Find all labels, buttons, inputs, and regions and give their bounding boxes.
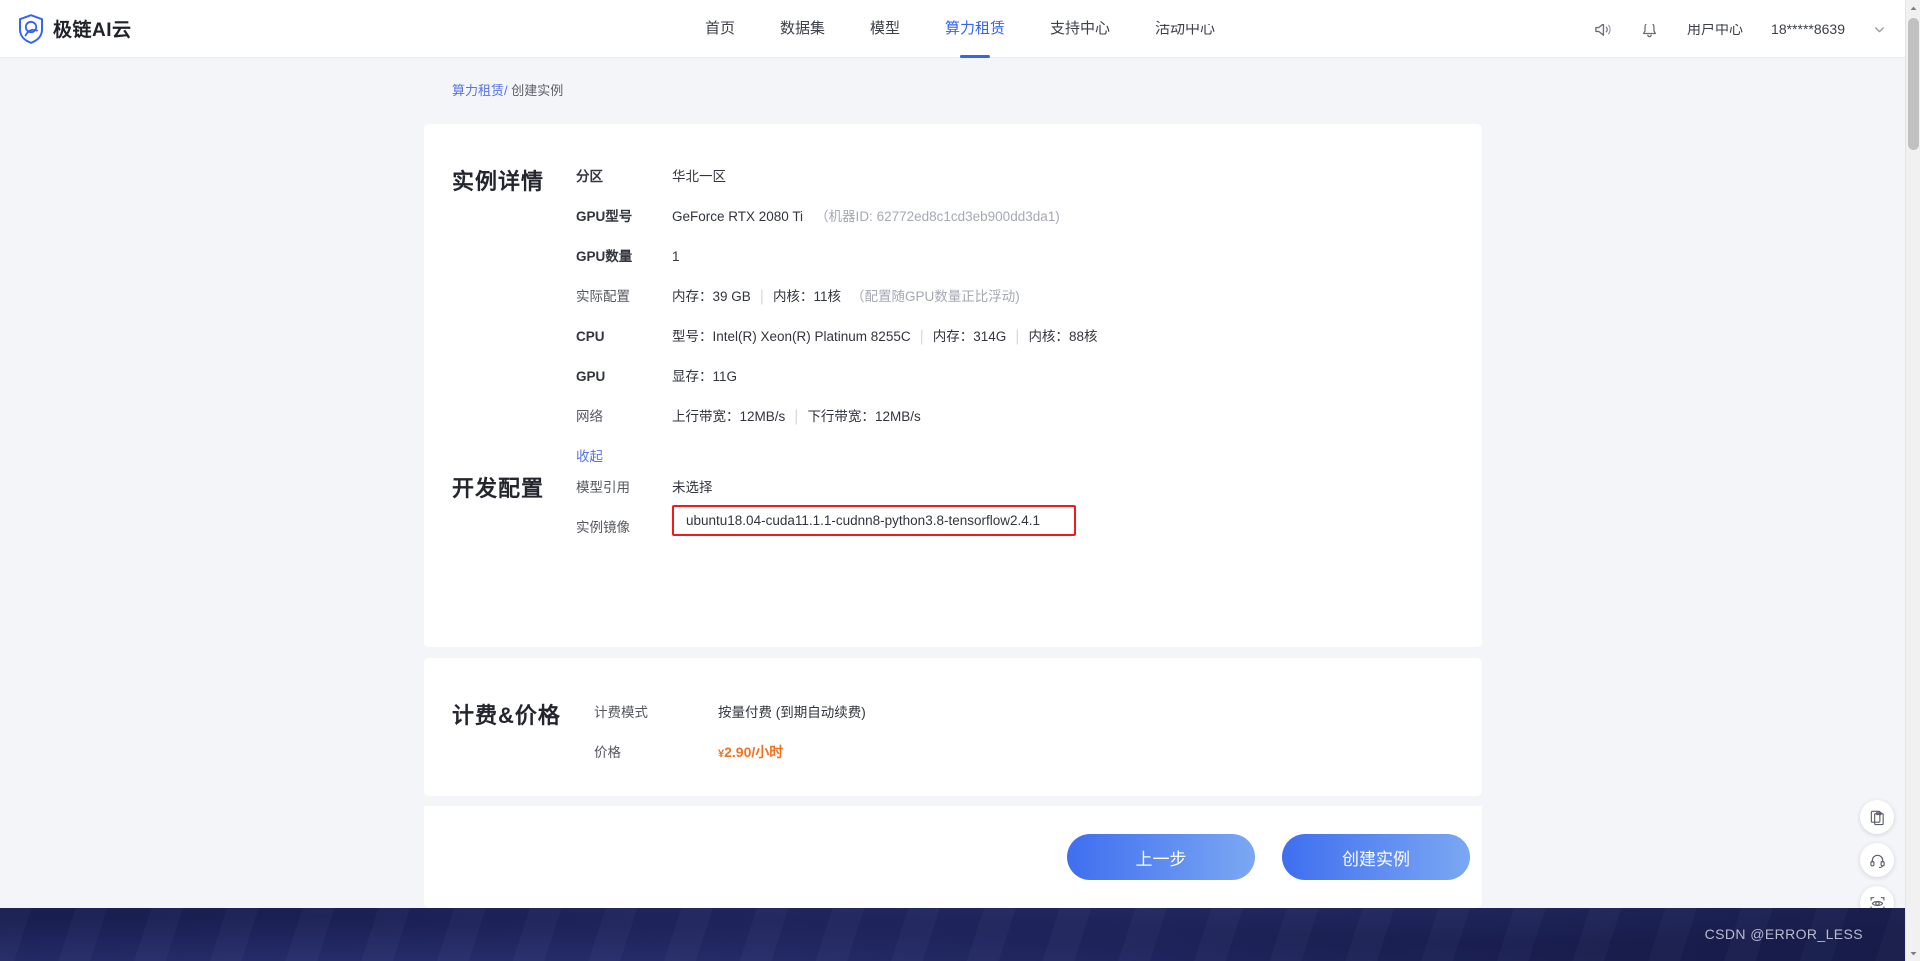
row-zone-label: 分区: [576, 169, 603, 184]
row-gpu-count-label: GPU数量: [576, 249, 633, 264]
price-amount: 2.90/小时: [724, 744, 784, 760]
billing-title: 计费&价格: [452, 703, 561, 728]
cpu-core-key: 内核：: [1028, 329, 1069, 344]
row-gpu-vram-label: GPU: [576, 369, 606, 384]
caret-down-icon: [1910, 951, 1917, 955]
shield-logo-icon: [19, 13, 43, 44]
caret-up-icon: [1910, 6, 1917, 10]
divider: |: [794, 408, 799, 425]
previous-step-button[interactable]: 上一步: [1067, 834, 1255, 880]
divider: |: [759, 288, 764, 305]
copy-icon: [1870, 810, 1884, 825]
cpu-mem-key: 内存：: [932, 329, 974, 344]
nav-links: 首页 数据集 模型 算力租赁 支持中心 活动中心: [705, 0, 1215, 58]
footer-white-gap: [1160, 0, 1905, 24]
net-up-value: 12MB/s: [739, 409, 786, 424]
chevron-down-icon[interactable]: [1873, 23, 1886, 36]
scrollbar-down-arrow[interactable]: [1906, 945, 1920, 961]
row-price-label: 价格: [594, 745, 621, 760]
nav-link-home[interactable]: 首页: [705, 0, 735, 58]
row-zone: 分区 华北一区: [576, 165, 726, 185]
nav-link-compute-rental[interactable]: 算力租赁: [945, 0, 1005, 58]
row-gpu-count: GPU数量 1: [576, 245, 680, 265]
actual-core-value: 11核: [813, 289, 841, 304]
float-support-button[interactable]: [1860, 843, 1894, 877]
net-up-key: 上行带宽：: [672, 409, 740, 424]
row-actual-config: 实际配置 内存：39 GB | 内核：11核 （配置随GPU数量正比浮动): [576, 285, 1020, 306]
actual-config-note: （配置随GPU数量正比浮动): [850, 289, 1020, 304]
collapse-toggle-link[interactable]: 收起: [576, 445, 603, 465]
divider: |: [919, 328, 924, 345]
page-scrollbar[interactable]: [1905, 0, 1920, 961]
row-gpu-model-label: GPU型号: [576, 209, 633, 224]
row-cpu: CPU 型号：Intel(R) Xeon(R) Platinum 8255C |…: [576, 325, 1097, 346]
cpu-model-key: 型号：: [672, 329, 713, 344]
row-actual-config-label: 实际配置: [576, 289, 630, 304]
net-down-key: 下行带宽：: [807, 409, 875, 424]
breadcrumb-parent[interactable]: 算力租赁: [452, 83, 504, 98]
row-price: 价格 ¥2.90/小时: [594, 741, 783, 762]
row-billing-mode: 计费模式 按量付费 (到期自动续费): [594, 701, 866, 721]
row-cpu-label: CPU: [576, 329, 605, 344]
billing-card: 计费&价格 计费模式 按量付费 (到期自动续费) 价格 ¥2.90/小时: [424, 658, 1482, 796]
row-gpu-machine-id: （机器ID: 62772ed8c1cd3eb900dd3da1): [815, 209, 1060, 224]
instance-image-field[interactable]: ubuntu18.04-cuda11.1.1-cudnn8-python3.8-…: [672, 505, 1076, 536]
row-network-label: 网络: [576, 409, 603, 424]
breadcrumb-current: 创建实例: [511, 83, 564, 98]
row-instance-image-label-wrap: 实例镜像: [576, 516, 672, 536]
net-down-value: 12MB/s: [874, 409, 921, 424]
row-model-reference-label: 模型引用: [576, 480, 630, 495]
row-network: 网络 上行带宽：12MB/s | 下行带宽：12MB/s: [576, 405, 921, 426]
instance-image-value: ubuntu18.04-cuda11.1.1-cudnn8-python3.8-…: [686, 513, 1041, 528]
float-copy-button[interactable]: [1860, 800, 1894, 834]
gpu-vram-key: 显存：: [672, 369, 713, 384]
row-billing-mode-value: 按量付费 (到期自动续费): [718, 705, 866, 720]
row-gpu-vram: GPU 显存：11G: [576, 365, 737, 385]
row-gpu-count-value: 1: [672, 249, 680, 264]
floating-tool-bar: [1860, 800, 1894, 920]
nav-link-support-center[interactable]: 支持中心: [1050, 0, 1110, 58]
nav-link-datasets[interactable]: 数据集: [780, 0, 825, 58]
row-model-reference-value: 未选择: [672, 480, 713, 495]
gpu-vram-value: 11G: [712, 369, 738, 384]
row-gpu-model-value: GeForce RTX 2080 Ti: [672, 209, 804, 224]
actual-mem-key: 内存：: [672, 289, 713, 304]
instance-detail-title: 实例详情: [452, 169, 545, 194]
csdn-watermark: CSDN @ERROR_LESS: [1704, 926, 1863, 942]
actual-mem-value: 39 GB: [712, 289, 751, 304]
scrollbar-up-arrow[interactable]: [1906, 0, 1920, 16]
cpu-mem-value: 314G: [973, 329, 1007, 344]
row-zone-value: 华北一区: [672, 169, 726, 184]
breadcrumb: 算力租赁/ 创建实例: [452, 80, 563, 99]
cpu-core-value: 88核: [1068, 329, 1098, 344]
instance-detail-card: 实例详情 分区 华北一区 GPU型号 GeForce RTX 2080 Ti （…: [424, 124, 1482, 647]
row-billing-mode-label: 计费模式: [594, 705, 648, 720]
scrollbar-thumb[interactable]: [1908, 18, 1919, 150]
dev-config-title: 开发配置: [452, 476, 545, 501]
brand-logo[interactable]: 极链AI云: [18, 13, 132, 44]
page-root: 极链AI云 首页 数据集 模型 算力租赁 支持中心 活动中心 用户中心 18**…: [0, 0, 1920, 961]
brand-name: 极链AI云: [53, 20, 132, 41]
row-instance-image-label: 实例镜像: [576, 520, 630, 535]
breadcrumb-separator: /: [504, 83, 508, 98]
page-footer: CSDN @ERROR_LESS: [0, 908, 1905, 961]
divider: |: [1015, 328, 1020, 345]
cpu-model-value: Intel(R) Xeon(R) Platinum 8255C: [712, 329, 911, 344]
actions-card: 上一步 创建实例: [424, 806, 1482, 908]
create-instance-button[interactable]: 创建实例: [1282, 834, 1470, 880]
row-model-reference: 模型引用 未选择: [576, 476, 713, 496]
headset-support-icon: [1869, 854, 1885, 868]
nav-link-models[interactable]: 模型: [870, 0, 900, 58]
actual-core-key: 内核：: [772, 289, 814, 304]
row-gpu-model: GPU型号 GeForce RTX 2080 Ti （机器ID: 62772ed…: [576, 205, 1060, 225]
